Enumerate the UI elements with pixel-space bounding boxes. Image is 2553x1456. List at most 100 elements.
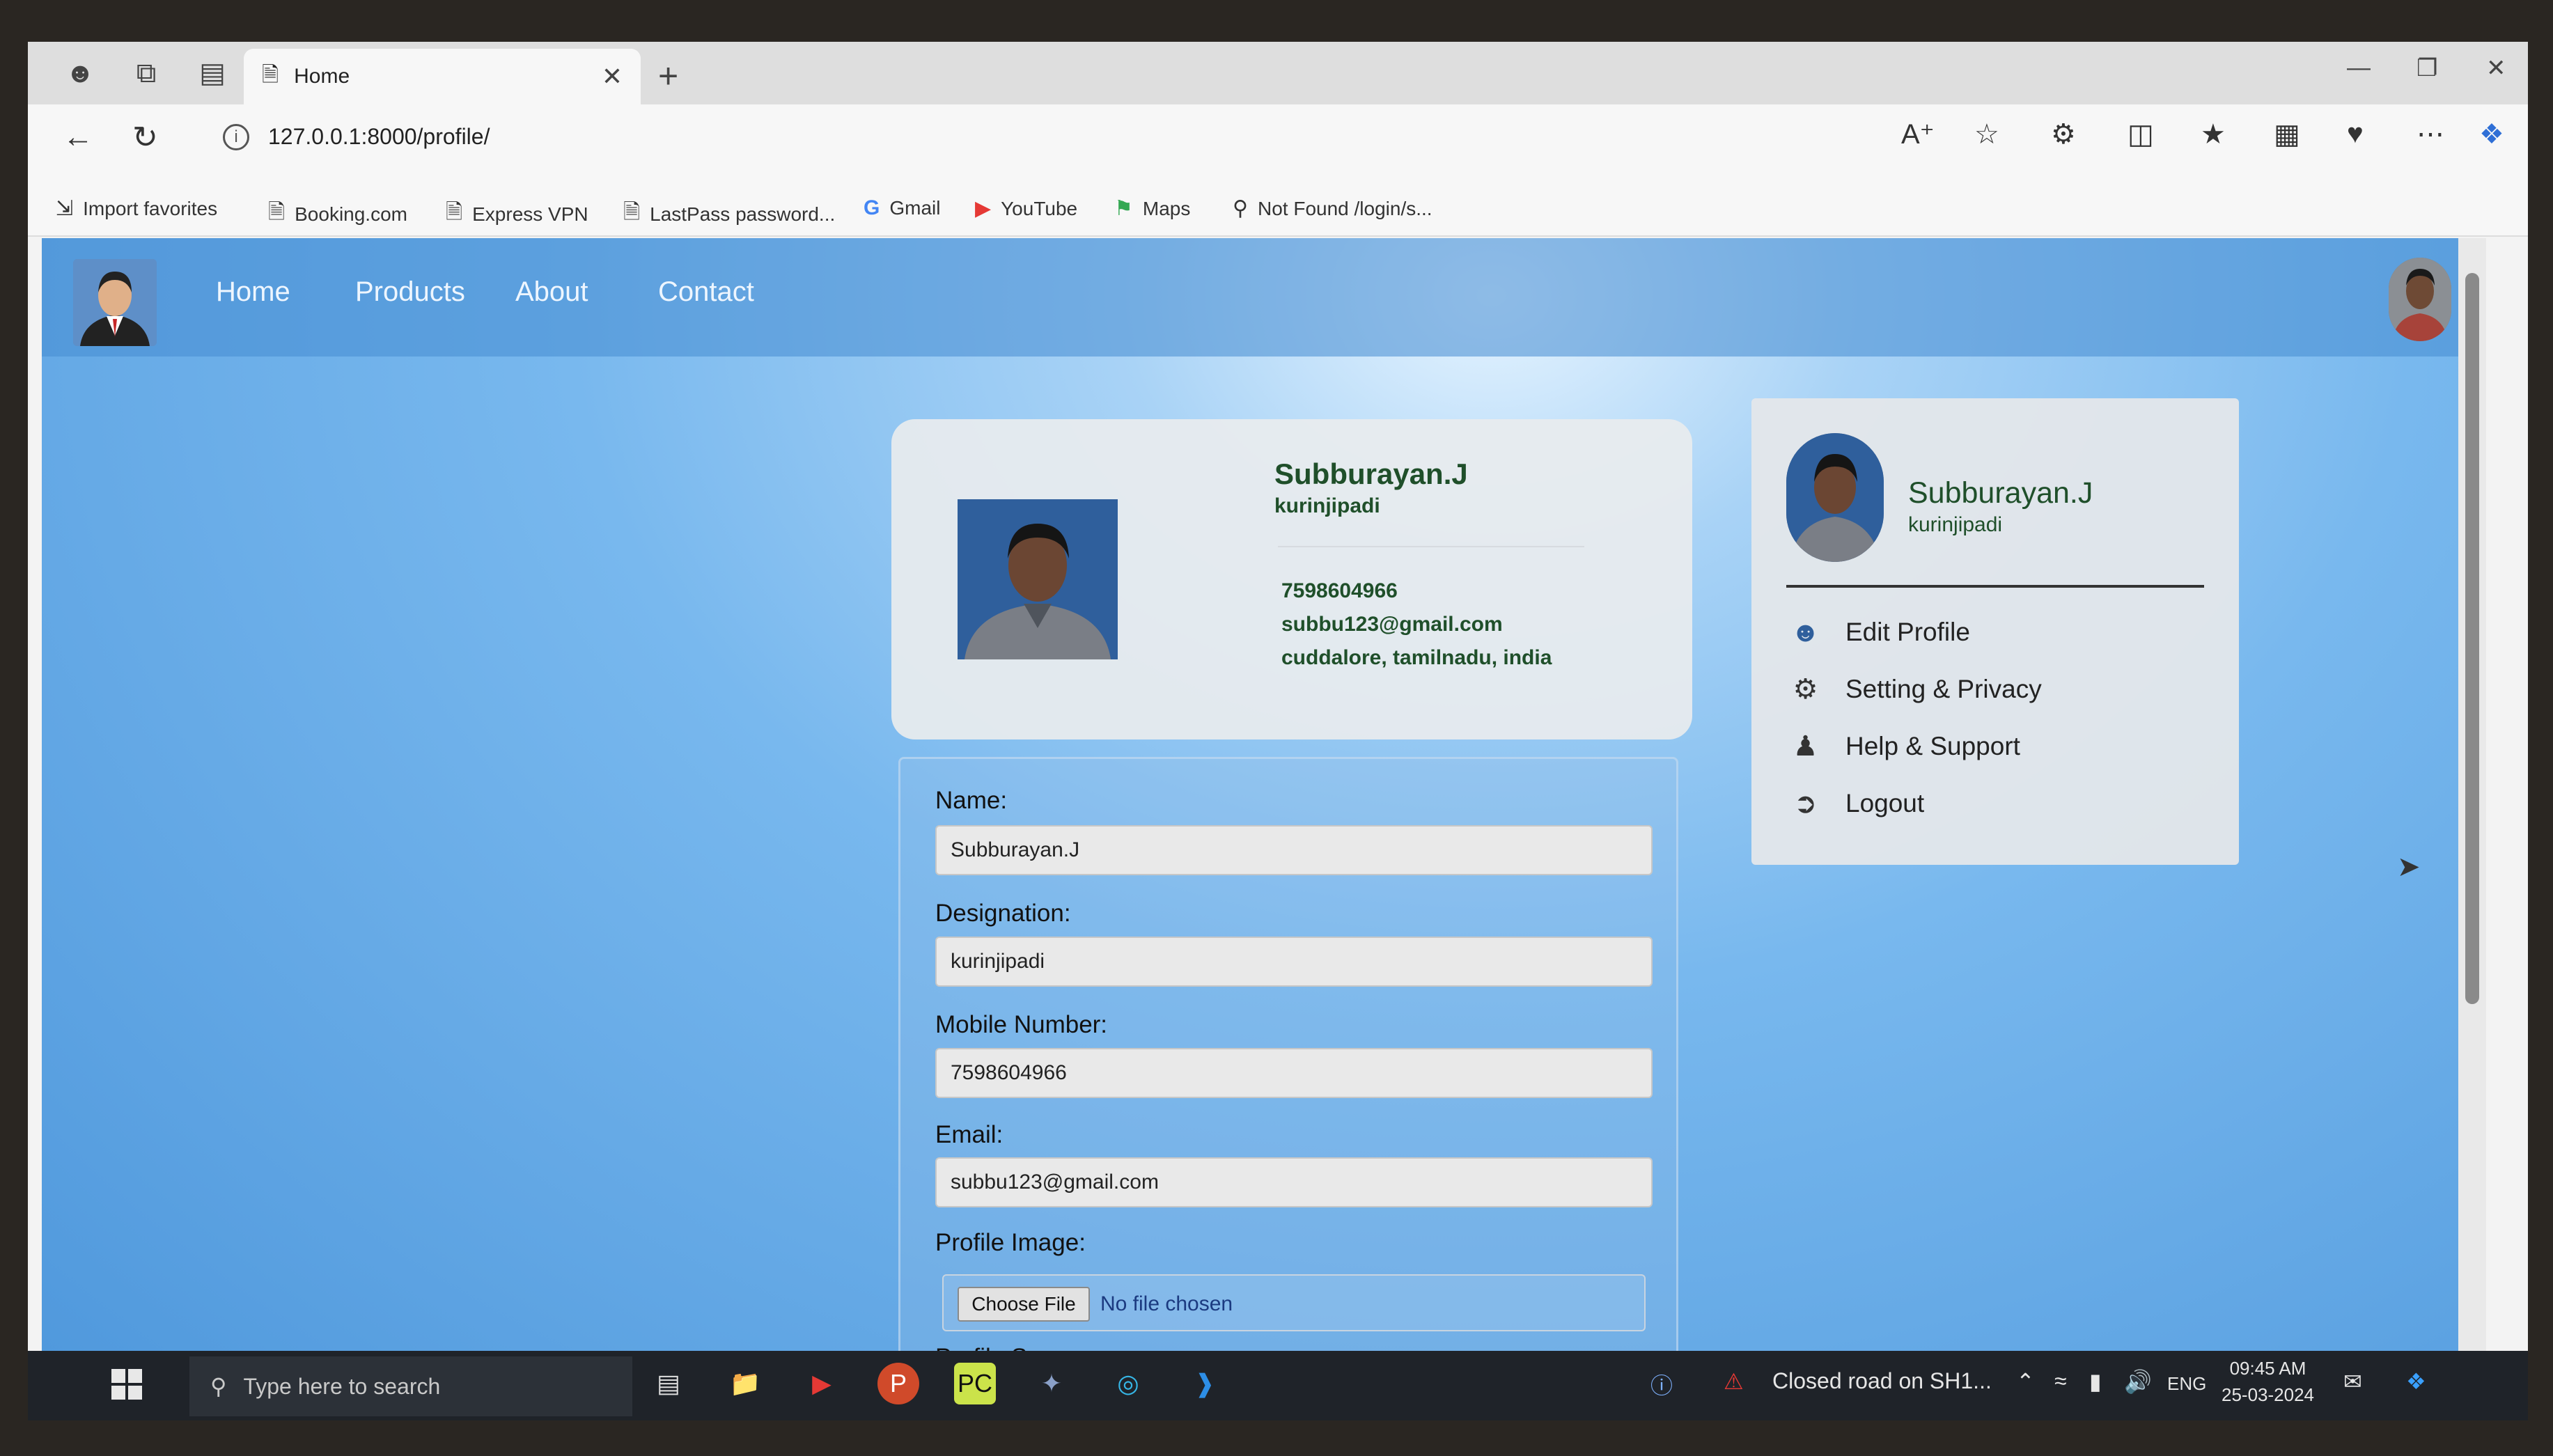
import-icon: ⇲ <box>56 197 74 220</box>
favorite-import[interactable]: ⇲ Import favorites <box>56 196 217 221</box>
favorite-star-icon[interactable]: ☆ <box>1974 118 1999 150</box>
search-icon: ⚲ <box>210 1374 227 1399</box>
help-icon: ♟ <box>1793 731 1818 762</box>
designation-label: Designation: <box>935 900 1071 927</box>
favorite-gmail[interactable]: G Gmail <box>864 196 940 220</box>
collections-icon[interactable]: ▦ <box>2274 118 2300 150</box>
nav-contact[interactable]: Contact <box>658 276 754 308</box>
volume-icon[interactable]: 🔊 <box>2124 1368 2152 1395</box>
user-icon: ☻ <box>1790 616 1820 648</box>
clock-date: 25-03-2024 <box>2222 1384 2314 1405</box>
profile-address: cuddalore, tamilnadu, india <box>1281 646 1552 669</box>
nav-about[interactable]: About <box>515 276 588 308</box>
vscode-icon[interactable]: ❱ <box>1184 1363 1226 1404</box>
workspaces-icon[interactable]: ⧉ <box>115 42 178 104</box>
pycharm-icon[interactable]: PC <box>954 1363 996 1404</box>
notification-text[interactable]: Closed road on SH1... <box>1772 1368 1992 1394</box>
profile-image-label: Profile Image: <box>935 1229 1086 1256</box>
more-icon[interactable]: ⋯ <box>2417 118 2444 150</box>
edge-icon[interactable]: ◎ <box>1107 1363 1149 1404</box>
search-icon: ⚲ <box>1233 197 1248 220</box>
snipping-tool-icon[interactable]: ✦ <box>1031 1363 1072 1404</box>
favorite-not-found[interactable]: ⚲ Not Found /login/s... <box>1233 196 1432 221</box>
favorites-icon[interactable]: ★ <box>2201 118 2226 150</box>
extensions-icon[interactable]: ⚙ <box>2051 118 2076 150</box>
avatar-photo <box>2389 258 2451 341</box>
split-screen-icon[interactable]: ◫ <box>2128 118 2154 150</box>
vertical-tabs-icon[interactable]: ▤ <box>181 42 244 104</box>
name-label: Name: <box>935 787 1008 814</box>
refresh-icon[interactable]: ↻ <box>132 120 158 155</box>
notification-center-icon[interactable]: ✉ <box>2343 1368 2362 1395</box>
google-icon: G <box>864 196 880 219</box>
new-tab-icon[interactable]: + <box>658 56 678 96</box>
youtube-icon: ▶ <box>975 197 992 220</box>
menu-edit-profile[interactable]: ☻ Edit Profile <box>1786 611 2176 654</box>
dropdown-designation: kurinjipadi <box>1908 513 2003 536</box>
mobile-input[interactable] <box>935 1048 1653 1098</box>
profile-divider <box>1278 546 1584 547</box>
menu-settings-privacy[interactable]: ⚙ Setting & Privacy <box>1786 668 2176 711</box>
close-icon[interactable]: ✕ <box>602 62 623 91</box>
url-input[interactable]: 127.0.0.1:8000/profile/ <box>268 124 490 150</box>
back-icon[interactable]: ← <box>63 120 93 155</box>
language-indicator[interactable]: ENG <box>2167 1373 2206 1395</box>
dropdown-avatar <box>1786 433 1884 562</box>
page-icon: 🗎 <box>262 63 279 86</box>
profile-edit-form: Name: Designation: Mobile Number: Email:… <box>898 757 1678 1365</box>
browser-essentials-icon[interactable]: ♥ <box>2347 118 2364 150</box>
choose-file-button[interactable]: Choose File <box>958 1287 1090 1322</box>
favorite-lastpass[interactable]: 🗎 LastPass password... <box>623 196 835 232</box>
taskbar-search-box[interactable]: ⚲ Type here to search <box>189 1356 632 1416</box>
wifi-icon[interactable]: ≈ <box>2054 1368 2067 1394</box>
mobile-label: Mobile Number: <box>935 1011 1108 1038</box>
dropdown-divider <box>1786 585 2204 588</box>
email-label: Email: <box>935 1121 1004 1148</box>
restore-icon[interactable]: ❐ <box>2417 54 2437 82</box>
favorite-youtube[interactable]: ▶ YouTube <box>975 196 1077 221</box>
menu-logout[interactable]: ➲ Logout <box>1786 782 2176 825</box>
start-windows-icon[interactable] <box>111 1369 142 1400</box>
mouse-cursor-icon: ➤ <box>2397 852 2421 882</box>
site-logo[interactable] <box>73 259 157 346</box>
youtube-app-icon[interactable]: ▶ <box>801 1363 843 1404</box>
user-avatar-button[interactable] <box>2389 258 2451 341</box>
favorite-expressvpn[interactable]: 🗎 Express VPN <box>446 196 588 232</box>
dropdown-name: Subburayan.J <box>1908 476 2093 510</box>
scrollbar-thumb[interactable] <box>2465 273 2479 1004</box>
profile-name: Subburayan.J <box>1274 457 1468 490</box>
profile-photo-image <box>958 499 1118 659</box>
minimize-icon[interactable]: — <box>2347 54 2371 81</box>
powerpoint-icon[interactable]: P <box>877 1363 919 1404</box>
page-scrollbar[interactable] <box>2458 238 2486 1365</box>
name-input[interactable] <box>935 825 1653 875</box>
tab-bar: ☻ ⧉ ▤ 🗎 Home ✕ + — ❐ ✕ <box>28 42 2528 104</box>
close-window-icon[interactable]: ✕ <box>2486 54 2506 82</box>
help-icon[interactable]: ⓘ <box>1650 1368 1673 1400</box>
favorite-maps[interactable]: ⚑ Maps <box>1114 196 1190 221</box>
site-info-icon[interactable]: i <box>223 124 249 150</box>
browser-window: ☻ ⧉ ▤ 🗎 Home ✕ + — ❐ ✕ ← ↻ i 127.0.0.1:8… <box>28 42 2528 1365</box>
nav-products[interactable]: Products <box>355 276 465 308</box>
menu-help-support[interactable]: ♟ Help & Support <box>1786 725 2176 768</box>
read-aloud-icon[interactable]: A⁺ <box>1901 118 1935 150</box>
taskbar-search-placeholder: Type here to search <box>243 1373 441 1399</box>
profile-designation: kurinjipadi <box>1274 494 1380 517</box>
clock[interactable]: 09:45 AM 25-03-2024 <box>2222 1355 2314 1408</box>
favorite-booking[interactable]: 🗎 Booking.com <box>268 196 407 232</box>
copilot-taskbar-icon[interactable]: ❖ <box>2406 1368 2426 1395</box>
web-page: Home Products About Contact Subburayan.J… <box>42 238 2458 1365</box>
clock-time: 09:45 AM <box>2229 1358 2306 1379</box>
file-explorer-icon[interactable]: 📁 <box>724 1363 766 1404</box>
designation-input[interactable] <box>935 937 1653 987</box>
email-input[interactable] <box>935 1157 1653 1207</box>
task-view-icon[interactable]: ▤ <box>648 1363 689 1404</box>
profile-icon[interactable]: ☻ <box>49 42 111 104</box>
profile-image-file-input[interactable]: Choose File No file chosen <box>942 1274 1646 1331</box>
chevron-up-icon[interactable]: ⌃ <box>2016 1368 2035 1395</box>
tab-home[interactable]: 🗎 Home ✕ <box>244 49 641 104</box>
copilot-icon[interactable]: ❖ <box>2479 118 2504 150</box>
profile-card: Subburayan.J kurinjipadi 7598604966 subb… <box>891 419 1692 739</box>
nav-home[interactable]: Home <box>216 276 290 308</box>
battery-icon[interactable]: ▮ <box>2089 1368 2102 1395</box>
